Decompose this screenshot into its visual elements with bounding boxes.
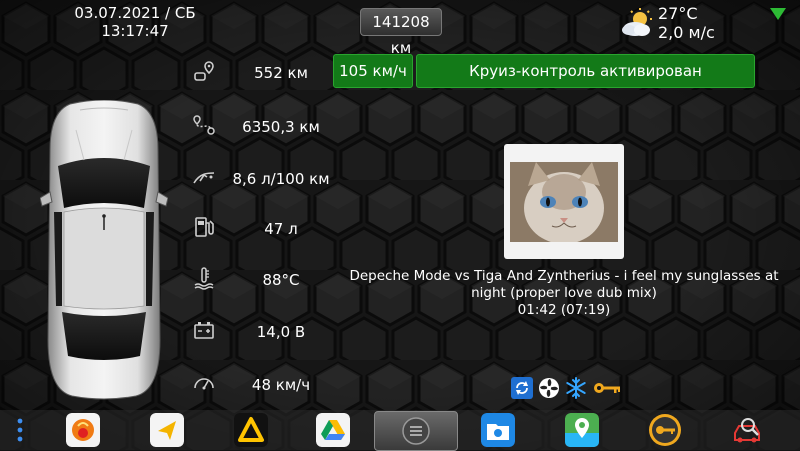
file-explorer-icon[interactable] [481,413,515,447]
trip-distance-icon [193,115,215,135]
fuel-consumption-icon [193,172,215,184]
track-info: Depeche Mode vs Tiga And Zyntherius - i … [330,268,798,319]
coolant-temperature-icon [194,267,214,290]
time-text: 13:17:47 [101,22,169,40]
cruise-speed-display[interactable]: 105 км/ч [333,54,413,88]
trip-distance-value: 6350,3 км [242,118,320,136]
track-title: Depeche Mode vs Tiga And Zyntherius - i … [349,268,779,301]
odometer-display: 141208 км [360,8,442,57]
voltage-value: 14,0 В [256,323,306,341]
wind-speed-text: 2,0 м/с [658,23,715,42]
car-top-view-image [40,100,168,400]
recirculation-icon[interactable] [511,377,533,399]
cruise-control-status[interactable]: Круиз-контроль активирован [416,54,755,88]
home-button[interactable] [374,411,458,451]
date-text: 03.07.2021 / СБ [74,4,196,22]
navigation-arrow-icon[interactable] [150,413,184,447]
range-value: 552 км [254,64,308,82]
fuel-pump-icon [195,217,214,237]
app-yellow-triangle-icon[interactable] [234,413,268,447]
ac-snowflake-icon[interactable] [565,377,587,399]
cat-photo-image [510,162,618,242]
weather-widget: 27°C 2,0 м/с [620,2,750,46]
range-icon [194,61,214,81]
temperature-text: 27°C [658,4,698,23]
track-position: 01:42 (07:19) [517,302,611,318]
drive-icon[interactable] [316,413,350,447]
key-icon[interactable] [592,377,622,399]
app-dock [0,410,800,451]
wifi-signal-icon [770,8,786,20]
date-time-display: 03.07.2021 / СБ 13:17:47 [60,4,210,40]
app-orange-icon[interactable] [66,413,100,447]
fuel-consumption-value: 8,6 л/100 км [232,170,330,188]
album-art[interactable] [504,144,624,259]
coolant-temperature-value: 88°C [262,271,300,289]
fuel-level-value: 47 л [264,220,298,238]
speed-value: 48 км/ч [251,376,311,394]
fan-icon[interactable] [538,377,560,399]
battery-icon [194,322,214,339]
partly-cloudy-icon [622,8,652,36]
home-circle-icon [402,417,430,445]
car-diagnostics-icon[interactable] [730,413,764,447]
speedometer-icon [194,378,214,390]
maps-icon[interactable] [565,413,599,447]
key-app-icon[interactable] [648,413,682,447]
menu-dots-icon[interactable] [10,413,30,447]
